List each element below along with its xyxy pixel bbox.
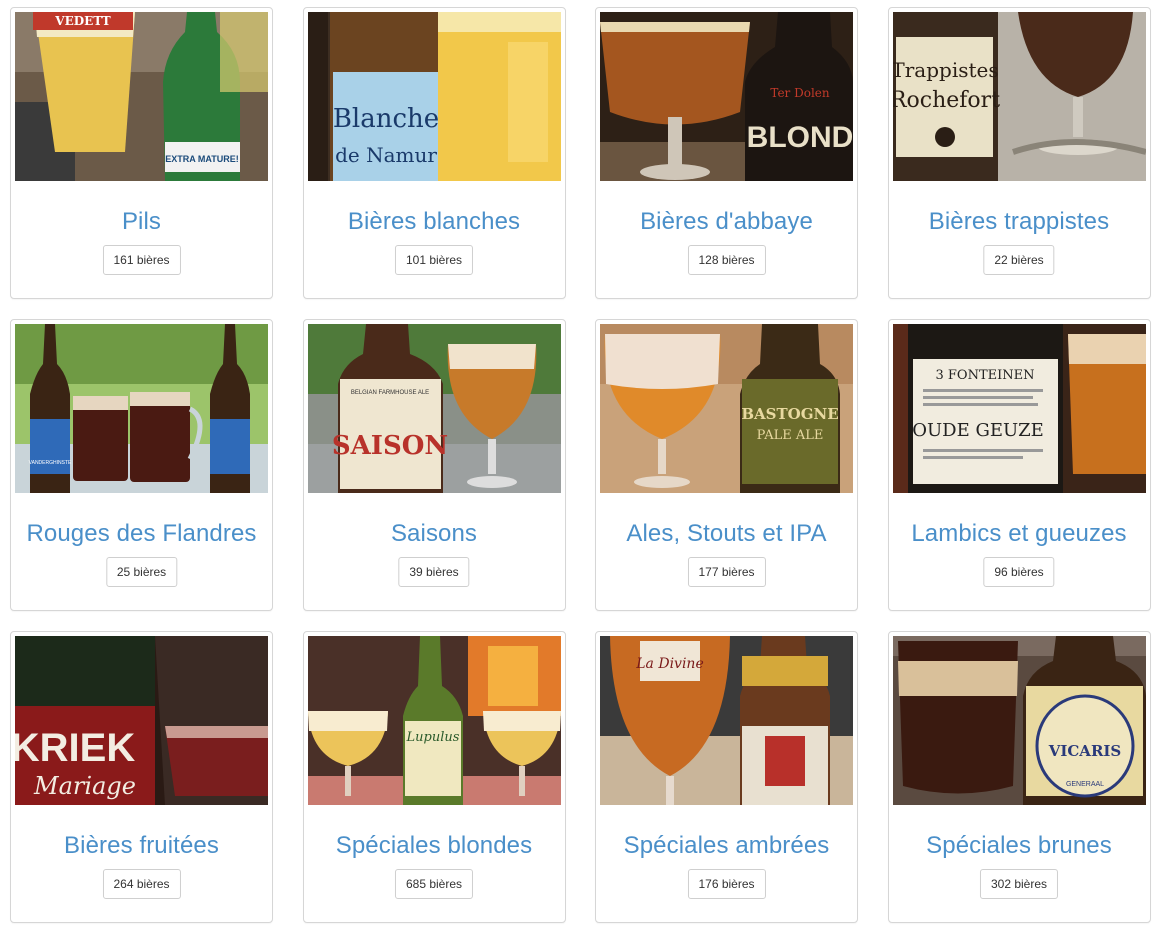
beer-count-badge[interactable]: 685 bières — [394, 869, 474, 899]
category-grid: VEDETT EXTRA MATURE! Pils 161 bières Bla… — [10, 7, 1151, 923]
svg-text:KRIEK: KRIEK — [15, 726, 135, 770]
beer-count-badge[interactable]: 39 bières — [398, 557, 470, 587]
svg-text:Rochefort: Rochefort — [893, 88, 1000, 113]
svg-text:VANDERGHINSTE: VANDERGHINSTE — [29, 460, 72, 466]
category-card-speciales-ambrees[interactable]: La Divine Spéciales ambrées 176 bières — [595, 631, 858, 923]
category-card-ales-stouts-ipa[interactable]: BASTOGNE PALE ALE Ales, Stouts et IPA 17… — [595, 319, 858, 611]
svg-text:OUDE GEUZE: OUDE GEUZE — [912, 420, 1044, 441]
category-card-lambics-gueuzes[interactable]: 3 FONTEINEN OUDE GEUZE Lambics et gueuze… — [887, 319, 1151, 611]
svg-text:Trappistes: Trappistes — [893, 58, 999, 82]
category-photo[interactable]: Ter Dolen BLOND — [600, 12, 853, 181]
beer-count-badge[interactable]: 22 bières — [983, 245, 1055, 275]
category-photo[interactable]: VICARIS GENERAAL — [892, 636, 1146, 805]
beer-count-badge[interactable]: 302 bières — [979, 869, 1059, 899]
category-title[interactable]: Lambics et gueuzes — [889, 520, 1150, 548]
category-photo[interactable]: BASTOGNE PALE ALE — [600, 324, 853, 493]
svg-text:3 FONTEINEN: 3 FONTEINEN — [935, 368, 1034, 383]
category-card-speciales-blondes[interactable]: Lupulus Spéciales blondes 685 bières — [302, 631, 566, 923]
category-title[interactable]: Bières trappistes — [889, 208, 1150, 236]
category-title[interactable]: Spéciales ambrées — [596, 832, 857, 860]
category-photo[interactable]: Trappistes Rochefort — [892, 12, 1146, 181]
category-photo[interactable]: BELGIAN FARMHOUSE ALE SAISON — [307, 324, 561, 493]
category-title[interactable]: Rouges des Flandres — [11, 520, 272, 548]
category-title[interactable]: Pils — [11, 208, 272, 236]
svg-text:EXTRA MATURE!: EXTRA MATURE! — [165, 154, 239, 164]
category-title[interactable]: Spéciales brunes — [889, 832, 1150, 860]
category-card-rouges-des-flandres[interactable]: VANDERGHINSTE Rouges des Flandres 25 biè… — [10, 319, 273, 611]
category-card-bieres-abbaye[interactable]: Ter Dolen BLOND Bières d'abbaye 128 bièr… — [595, 7, 858, 299]
category-photo[interactable]: Lupulus — [307, 636, 561, 805]
svg-text:GENERAAL: GENERAAL — [1065, 781, 1103, 788]
svg-text:BELGIAN FARMHOUSE ALE: BELGIAN FARMHOUSE ALE — [350, 390, 428, 396]
category-title[interactable]: Saisons — [304, 520, 565, 548]
svg-text:BLOND: BLOND — [747, 121, 853, 154]
category-title[interactable]: Bières fruitées — [11, 832, 272, 860]
beer-count-badge[interactable]: 96 bières — [983, 557, 1055, 587]
beer-count-badge[interactable]: 128 bières — [687, 245, 766, 275]
category-card-bieres-trappistes[interactable]: Trappistes Rochefort Bières trappistes 2… — [887, 7, 1151, 299]
svg-text:de Namur: de Namur — [335, 143, 437, 167]
beer-count-badge[interactable]: 161 bières — [102, 245, 181, 275]
category-card-bieres-fruitees[interactable]: KRIEK Mariage Bières fruitées 264 bières — [10, 631, 273, 923]
svg-text:La Divine: La Divine — [635, 656, 703, 672]
svg-text:VEDETT: VEDETT — [54, 14, 111, 28]
beer-count-badge[interactable]: 177 bières — [687, 557, 766, 587]
beer-count-badge[interactable]: 101 bières — [394, 245, 474, 275]
category-card-saisons[interactable]: BELGIAN FARMHOUSE ALE SAISON Saisons 39 … — [302, 319, 566, 611]
category-photo[interactable]: VEDETT EXTRA MATURE! — [15, 12, 268, 181]
svg-text:SAISON: SAISON — [331, 431, 447, 461]
category-title[interactable]: Spéciales blondes — [304, 832, 565, 860]
category-photo[interactable]: VANDERGHINSTE — [15, 324, 268, 493]
category-photo[interactable]: Blanche de Namur — [307, 12, 561, 181]
beer-count-badge[interactable]: 176 bières — [687, 869, 766, 899]
svg-text:Mariage: Mariage — [33, 772, 136, 800]
category-photo[interactable]: La Divine — [600, 636, 853, 805]
svg-text:PALE ALE: PALE ALE — [757, 428, 824, 443]
category-title[interactable]: Ales, Stouts et IPA — [596, 520, 857, 548]
svg-text:Lupulus: Lupulus — [405, 730, 459, 745]
category-photo[interactable]: KRIEK Mariage — [15, 636, 268, 805]
category-card-pils[interactable]: VEDETT EXTRA MATURE! Pils 161 bières — [10, 7, 273, 299]
svg-text:Blanche: Blanche — [332, 104, 438, 134]
category-title[interactable]: Bières d'abbaye — [596, 208, 857, 236]
svg-text:VICARIS: VICARIS — [1047, 742, 1121, 760]
beer-count-badge[interactable]: 25 bières — [105, 557, 178, 587]
category-photo[interactable]: 3 FONTEINEN OUDE GEUZE — [892, 324, 1146, 493]
category-card-bieres-blanches[interactable]: Blanche de Namur Bières blanches 101 biè… — [302, 7, 566, 299]
beer-count-badge[interactable]: 264 bières — [102, 869, 181, 899]
svg-text:Ter Dolen: Ter Dolen — [770, 86, 830, 100]
category-card-speciales-brunes[interactable]: VICARIS GENERAAL Spéciales brunes 302 bi… — [887, 631, 1151, 923]
svg-text:BASTOGNE: BASTOGNE — [741, 405, 838, 423]
category-title[interactable]: Bières blanches — [304, 208, 565, 236]
